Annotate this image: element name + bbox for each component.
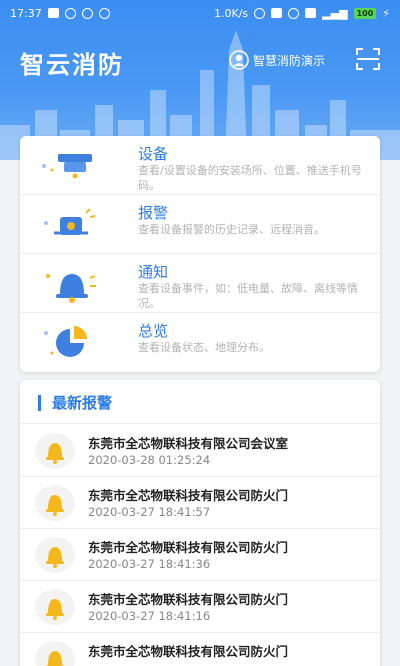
bluetooth-icon xyxy=(254,7,266,19)
section-header: 最新报警 xyxy=(20,380,380,424)
battery-icon: 100 xyxy=(353,7,377,19)
alarm-location: 东莞市全芯物联科技有限公司防火门 xyxy=(88,488,289,503)
siren-icon xyxy=(44,208,96,235)
alarm-location: 东莞市全芯物联科技有限公司会议室 xyxy=(88,436,289,451)
user-account-button[interactable]: 智慧消防演示 xyxy=(229,50,325,70)
notification-icon xyxy=(98,7,110,19)
alarm-timestamp: 2020-03-27 18:41:16 xyxy=(88,609,211,623)
alarm-location: 东莞市全芯物联科技有限公司防火门 xyxy=(88,592,289,607)
signal-icon: ▂▄▆ xyxy=(322,6,348,20)
menu-description: 查看设备报警的历史记录、远程消音。 xyxy=(138,223,325,236)
alarm-timestamp: 2020-03-27 18:41:36 xyxy=(88,557,211,571)
menu-description: 查看/设置设备的安装场所、位置、推送手机号码。 xyxy=(138,164,362,192)
function-menu-card: 设备 查看/设置设备的安装场所、位置、推送手机号码。 报警 查看设备报警的历史记… xyxy=(20,136,380,372)
alarm-bell-icon xyxy=(35,537,75,573)
alarm-bell-icon xyxy=(35,433,75,469)
alarm-list-item[interactable]: 东莞市全芯物联科技有限公司防火门 2020-03-27 18:41:57 xyxy=(20,477,380,529)
alarm-bell-icon xyxy=(35,485,75,521)
menu-title: 报警 xyxy=(138,204,169,222)
status-bar: 17:37 1.0K/s ▂▄▆ 100 ⚡ xyxy=(0,0,400,26)
scan-qr-button[interactable] xyxy=(356,48,380,70)
menu-description: 查看设备事件，如：低电量、故障、离线等情况。 xyxy=(138,282,358,310)
latest-alarms-card: 最新报警 东莞市全芯物联科技有限公司会议室 2020-03-28 01:25:2… xyxy=(20,380,380,666)
user-avatar-icon xyxy=(229,50,249,70)
menu-description: 查看设备状态、地理分布。 xyxy=(138,341,270,354)
vibrate-icon xyxy=(271,8,283,18)
status-time: 17:37 xyxy=(10,6,42,20)
menu-title: 总览 xyxy=(138,322,169,340)
alarm-bell-icon xyxy=(35,641,75,666)
alarm-list-item[interactable]: 东莞市全芯物联科技有限公司防火门 2020-03-27 18:41:16 xyxy=(20,581,380,633)
pie-chart-icon xyxy=(44,326,87,357)
alarm-timestamp: 2020-03-28 01:25:24 xyxy=(88,453,211,467)
menu-item-devices[interactable]: 设备 查看/设置设备的安装场所、位置、推送手机号码。 xyxy=(20,136,380,195)
menu-item-overview[interactable]: 总览 查看设备状态、地理分布。 xyxy=(20,313,380,372)
smoke-detector-icon xyxy=(42,154,92,179)
hd-icon xyxy=(305,8,317,18)
section-accent-bar xyxy=(38,395,41,411)
menu-item-notifications[interactable]: 通知 查看设备事件，如：低电量、故障、离线等情况。 xyxy=(20,254,380,313)
notification-icon xyxy=(81,7,93,19)
alarm-list-item[interactable]: 东莞市全芯物联科技有限公司防火门 xyxy=(20,633,380,666)
menu-item-alarms[interactable]: 报警 查看设备报警的历史记录、远程消音。 xyxy=(20,195,380,254)
network-speed: 1.0K/s xyxy=(214,6,249,20)
section-title: 最新报警 xyxy=(52,394,113,412)
bell-icon xyxy=(46,274,96,303)
charging-icon: ⚡ xyxy=(382,6,390,20)
menu-title: 通知 xyxy=(138,263,169,281)
notification-icon xyxy=(47,8,59,18)
alarm-bell-icon xyxy=(35,589,75,625)
app-title: 智云消防 xyxy=(20,51,124,79)
alarm-list-item[interactable]: 东莞市全芯物联科技有限公司会议室 2020-03-28 01:25:24 xyxy=(20,425,380,477)
alarm-location: 东莞市全芯物联科技有限公司防火门 xyxy=(88,540,289,555)
alarm-clock-icon xyxy=(288,7,300,19)
alarm-location: 东莞市全芯物联科技有限公司防火门 xyxy=(88,644,289,659)
alarm-list-item[interactable]: 东莞市全芯物联科技有限公司防火门 2020-03-27 18:41:36 xyxy=(20,529,380,581)
alarm-timestamp: 2020-03-27 18:41:57 xyxy=(88,505,211,519)
menu-title: 设备 xyxy=(138,145,169,163)
user-name: 智慧消防演示 xyxy=(253,53,326,68)
notification-icon xyxy=(64,7,76,19)
